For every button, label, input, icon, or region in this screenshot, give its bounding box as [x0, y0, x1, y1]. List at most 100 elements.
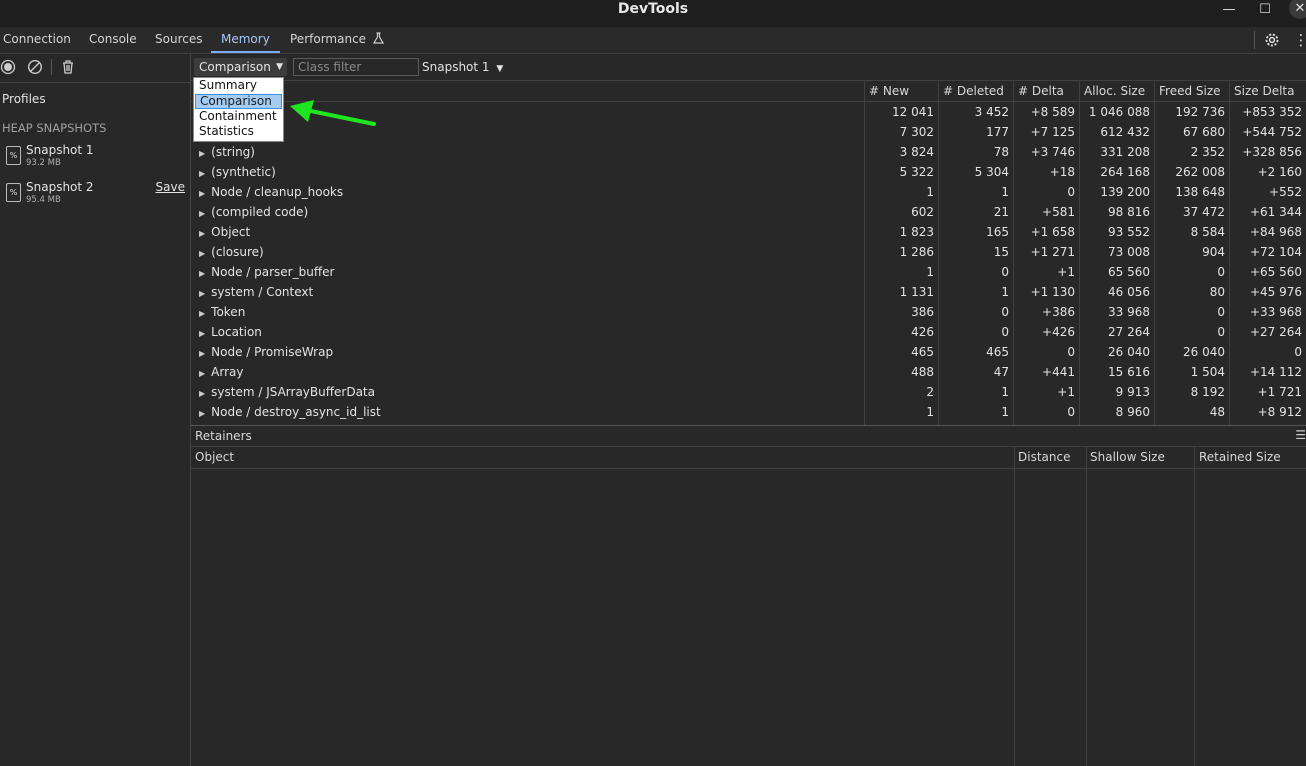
- retainers-col-object[interactable]: Object: [191, 447, 1014, 468]
- tab-performance-label: Performance: [290, 32, 367, 46]
- cell-new: 1: [926, 405, 934, 419]
- retainers-col-retained-size[interactable]: Retained Size: [1195, 447, 1306, 468]
- expand-triangle-icon[interactable]: ▶: [199, 389, 205, 398]
- cell-new: 3 824: [899, 145, 934, 159]
- col-header-freed-size[interactable]: Freed Size: [1154, 81, 1229, 101]
- more-vert-icon[interactable]: ⋮: [1292, 31, 1306, 49]
- expand-triangle-icon[interactable]: ▶: [199, 269, 205, 278]
- cell-alloc: 73 008: [1108, 245, 1150, 259]
- class-filter-input[interactable]: [293, 58, 419, 76]
- cell-deleted: 47: [993, 365, 1009, 379]
- cell-delta: 0: [1067, 345, 1075, 359]
- expand-triangle-icon[interactable]: ▶: [199, 169, 205, 178]
- expand-triangle-icon[interactable]: ▶: [199, 329, 205, 338]
- expand-triangle-icon[interactable]: ▶: [199, 229, 205, 238]
- expand-triangle-icon[interactable]: ▶: [199, 209, 205, 218]
- col-header-deleted[interactable]: # Deleted: [938, 81, 1013, 101]
- tab-sources[interactable]: Sources: [155, 27, 202, 53]
- tab-connection[interactable]: Connection: [3, 27, 71, 53]
- table-row[interactable]: ▶ Token 386 0 +386 33 968 0 +33 968: [191, 302, 1306, 322]
- menu-icon[interactable]: ☰: [1295, 428, 1306, 442]
- cell-deleted: 1: [1001, 185, 1009, 199]
- view-select[interactable]: Comparison ▼: [194, 58, 287, 76]
- table-row[interactable]: ▶ system / JSArrayBufferData 2 1 +1 9 913 8 19…: [191, 382, 1306, 402]
- cell-freed: 0: [1217, 305, 1225, 319]
- expand-triangle-icon[interactable]: ▶: [199, 309, 205, 318]
- sidebar-divider: [0, 82, 190, 83]
- table-row[interactable]: ▶ Node / parser_buffer 1 0 +1 65 560 0 +65 560: [191, 262, 1306, 282]
- cell-freed: 904: [1202, 245, 1225, 259]
- table-row[interactable]: ▶ (synthetic) 5 322 5 304 +18 264 168 262 008 +…: [191, 162, 1306, 182]
- expand-triangle-icon[interactable]: ▶: [199, 369, 205, 378]
- record-icon[interactable]: [0, 58, 17, 76]
- base-snapshot-select[interactable]: Snapshot 1 ▼: [422, 58, 503, 76]
- expand-triangle-icon[interactable]: ▶: [199, 149, 205, 158]
- col-header-delta[interactable]: # Delta: [1013, 81, 1079, 101]
- chevron-down-icon: ▼: [496, 64, 504, 74]
- retainers-col-shallow-size[interactable]: Shallow Size: [1086, 447, 1195, 468]
- retainers-col-distance[interactable]: Distance: [1014, 447, 1086, 468]
- cell-alloc: 33 968: [1108, 305, 1150, 319]
- table-row[interactable]: ▶ Node / PromiseWrap 465 465 0 26 040 26 040 0: [191, 342, 1306, 362]
- cell-deleted: 1: [1001, 385, 1009, 399]
- row-constructor-name: ▶ system / JSArrayBufferData: [199, 382, 375, 404]
- settings-gear-icon[interactable]: [1263, 31, 1281, 49]
- table-row[interactable]: ▶ Node / destroy_async_id_list 1 1 0 8 960 48 +…: [191, 402, 1306, 422]
- expand-triangle-icon[interactable]: ▶: [199, 249, 205, 258]
- col-header-alloc-size[interactable]: Alloc. Size: [1079, 81, 1154, 101]
- col-divider: [1014, 447, 1015, 766]
- close-icon[interactable]: ✕: [1289, 0, 1306, 19]
- table-row[interactable]: ▶ Object 1 823 165 +1 658 93 552 8 584 +84 968: [191, 222, 1306, 242]
- snapshot-name: Snapshot 1: [26, 143, 94, 157]
- cell-deleted: 177: [986, 125, 1009, 139]
- tab-performance[interactable]: Performance: [290, 27, 384, 53]
- row-constructor-name: ▶ Array: [199, 362, 243, 384]
- expand-triangle-icon[interactable]: ▶: [199, 189, 205, 198]
- table-row[interactable]: ▶ (compiled code) 602 21 +581 98 816 37 472 +61…: [191, 202, 1306, 222]
- table-row[interactable]: ▶ (string) 3 824 78 +3 746 331 208 2 352 +328 8…: [191, 142, 1306, 162]
- cell-size_delta: +65 560: [1249, 265, 1302, 279]
- snapshot-size: 93.2 MB: [26, 158, 61, 168]
- cell-delta: +1 658: [1030, 225, 1075, 239]
- dropdown-option-comparison[interactable]: Comparison: [195, 93, 282, 109]
- table-row[interactable]: ▶ (closure) 1 286 15 +1 271 73 008 904 +72 104: [191, 242, 1306, 262]
- cell-size_delta: +2 160: [1257, 165, 1302, 179]
- cell-delta: +1: [1057, 385, 1075, 399]
- dropdown-option-summary[interactable]: Summary: [194, 78, 283, 94]
- trash-icon[interactable]: [59, 58, 77, 76]
- clear-icon[interactable]: [26, 58, 44, 76]
- col-header-size-delta[interactable]: Size Delta: [1229, 81, 1306, 101]
- snapshot-item-1[interactable]: % Snapshot 1 93.2 MB: [0, 143, 190, 177]
- window-titlebar: DevTools — ☐ ✕: [0, 0, 1306, 27]
- maximize-icon[interactable]: ☐: [1252, 0, 1278, 18]
- save-snapshot-link[interactable]: Save: [156, 180, 185, 194]
- table-row[interactable]: ▶ Location 426 0 +426 27 264 0 +27 264: [191, 322, 1306, 342]
- cell-deleted: 165: [986, 225, 1009, 239]
- cell-size_delta: +328 856: [1242, 145, 1302, 159]
- row-name-text: (string): [211, 145, 255, 159]
- tab-memory[interactable]: Memory: [211, 27, 280, 53]
- cell-delta: +581: [1042, 205, 1075, 219]
- cell-freed: 0: [1217, 265, 1225, 279]
- minimize-icon[interactable]: —: [1216, 0, 1242, 18]
- col-header-new[interactable]: # New: [864, 81, 938, 101]
- cell-delta: +7 125: [1030, 125, 1075, 139]
- expand-triangle-icon[interactable]: ▶: [199, 289, 205, 298]
- cell-freed: 1 504: [1190, 365, 1225, 379]
- table-row[interactable]: ▶ Node / cleanup_hooks 1 1 0 139 200 138 648 +5…: [191, 182, 1306, 202]
- snapshot-item-2[interactable]: % Snapshot 2 95.4 MB Save: [0, 180, 190, 214]
- row-name-text: Location: [211, 325, 262, 339]
- dropdown-option-containment[interactable]: Containment: [194, 109, 283, 125]
- cell-new: 5 322: [899, 165, 934, 179]
- heap-file-icon: %: [6, 183, 21, 202]
- base-snapshot-value: Snapshot 1: [422, 60, 490, 74]
- dropdown-option-statistics[interactable]: Statistics: [194, 124, 283, 140]
- row-constructor-name: ▶ Object: [199, 222, 250, 244]
- cell-alloc: 26 040: [1108, 345, 1150, 359]
- tab-console[interactable]: Console: [89, 27, 137, 53]
- cell-freed: 262 008: [1175, 165, 1225, 179]
- table-row[interactable]: ▶ system / Context 1 131 1 +1 130 46 056 80 +45…: [191, 282, 1306, 302]
- expand-triangle-icon[interactable]: ▶: [199, 409, 205, 418]
- expand-triangle-icon[interactable]: ▶: [199, 349, 205, 358]
- table-row[interactable]: ▶ Array 488 47 +441 15 616 1 504 +14 112: [191, 362, 1306, 382]
